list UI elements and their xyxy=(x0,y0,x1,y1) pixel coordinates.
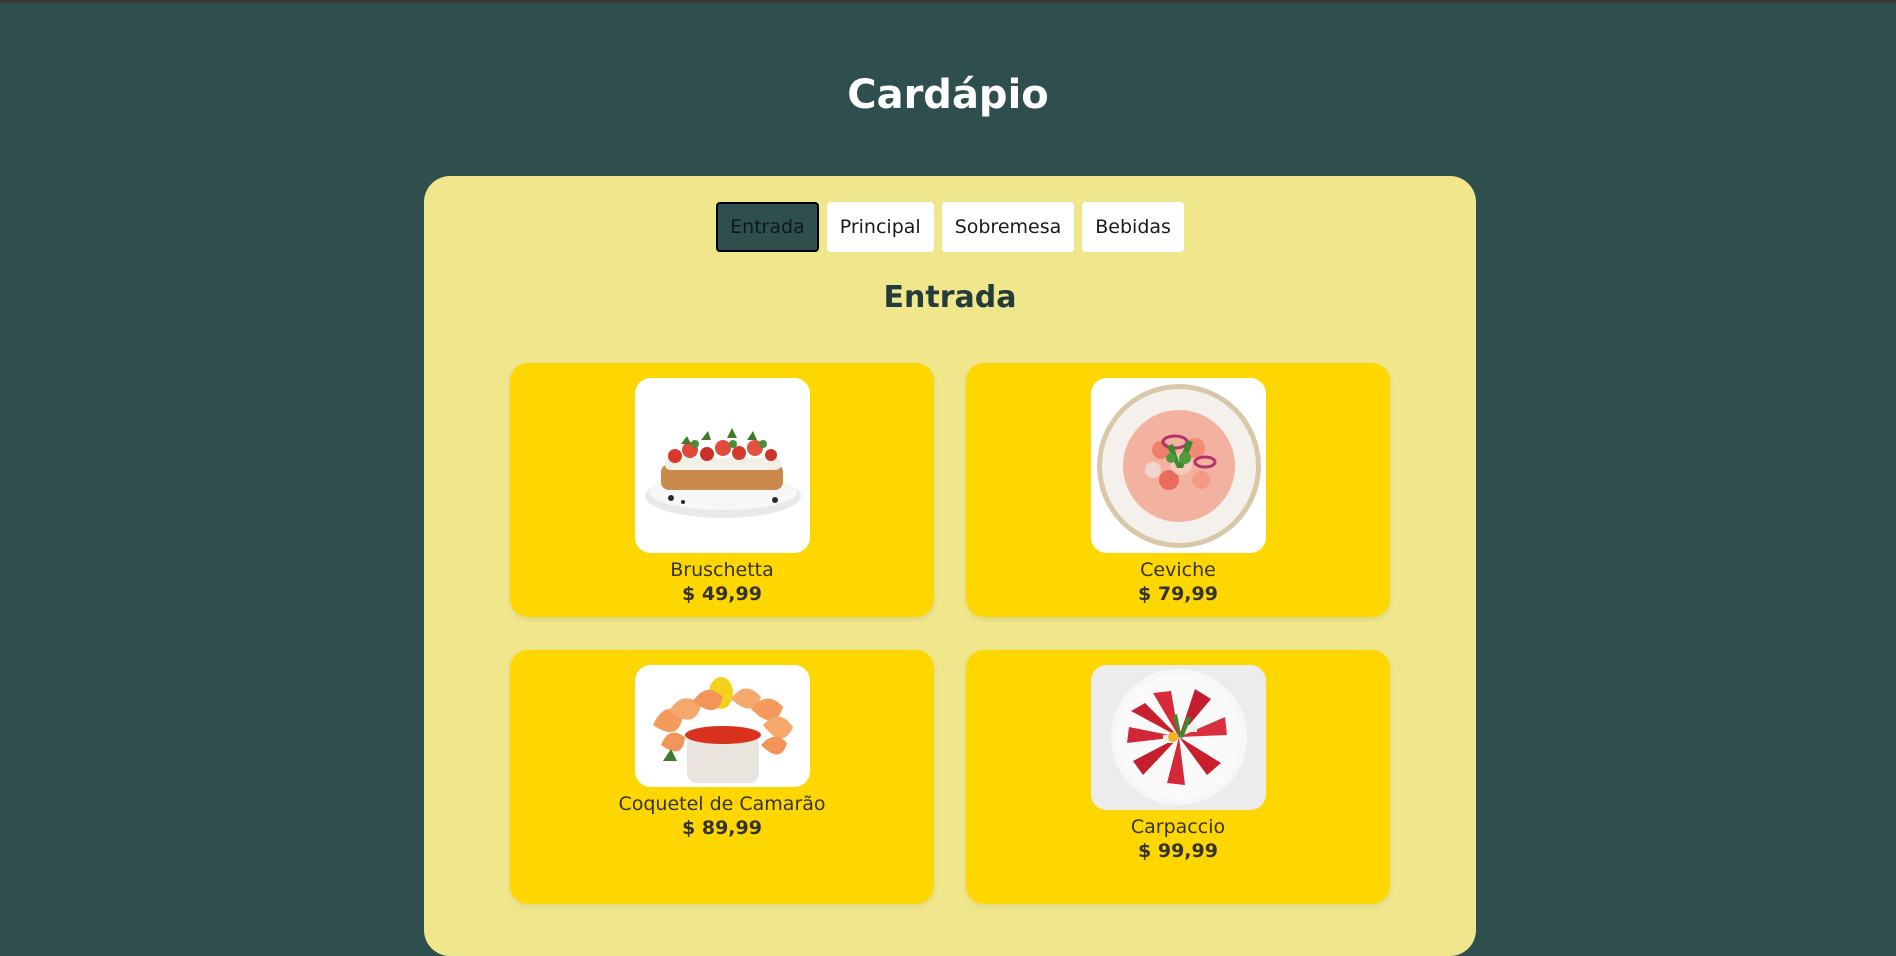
menu-item-card[interactable]: Bruschetta $ 49,99 xyxy=(510,363,934,617)
window-top-border xyxy=(0,0,1896,3)
menu-item-card[interactable]: Ceviche $ 79,99 xyxy=(966,363,1390,617)
item-name: Carpaccio xyxy=(1130,816,1226,838)
shrimp-cocktail-image xyxy=(634,665,810,787)
bruschetta-image xyxy=(634,378,810,553)
page-title: Cardápio xyxy=(847,72,1049,118)
ceviche-image xyxy=(1090,378,1266,553)
item-price: $ 79,99 xyxy=(1138,583,1218,605)
menu-panel: Entrada Principal Sobremesa Bebidas Entr… xyxy=(424,176,1476,956)
item-name: Bruschetta xyxy=(670,559,774,581)
item-price: $ 99,99 xyxy=(1138,840,1218,862)
menu-item-card[interactable]: Coquetel de Camarão $ 89,99 xyxy=(510,650,934,904)
item-name: Coquetel de Camarão xyxy=(618,793,826,815)
category-tabs: Entrada Principal Sobremesa Bebidas xyxy=(424,202,1476,252)
carpaccio-image xyxy=(1090,665,1266,810)
tab-principal[interactable]: Principal xyxy=(826,202,934,252)
item-price: $ 49,99 xyxy=(682,583,762,605)
tab-sobremesa[interactable]: Sobremesa xyxy=(941,202,1075,252)
tab-entrada[interactable]: Entrada xyxy=(716,202,819,252)
item-price: $ 89,99 xyxy=(682,817,762,839)
menu-item-card[interactable]: Carpaccio $ 99,99 xyxy=(966,650,1390,904)
item-name: Ceviche xyxy=(1140,559,1216,581)
section-title: Entrada xyxy=(883,280,1017,315)
menu-items-grid: Bruschetta $ 49,99 Ceviche $ 79,99 Coque… xyxy=(510,363,1390,904)
tab-bebidas[interactable]: Bebidas xyxy=(1082,202,1184,252)
